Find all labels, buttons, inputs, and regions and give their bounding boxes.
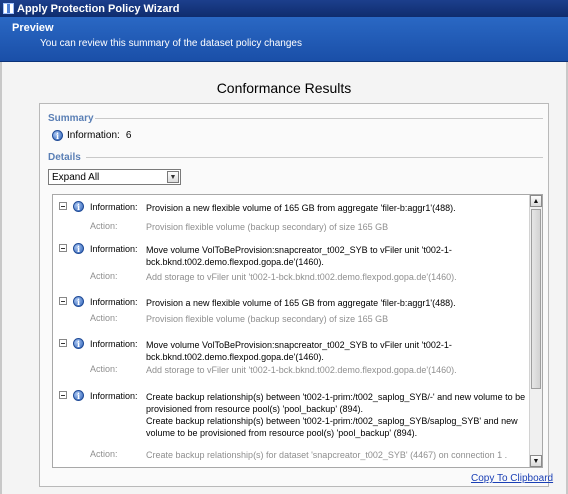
chevron-down-icon[interactable]: ▼ bbox=[167, 171, 179, 183]
entry-type: Information: bbox=[90, 391, 138, 401]
entry-message: Move volume VolToBeProvision:snapcreator… bbox=[146, 340, 452, 362]
collapse-minus-icon[interactable] bbox=[59, 297, 67, 305]
entry-action: Create backup relationship(s) for datase… bbox=[146, 450, 508, 460]
collapse-minus-icon[interactable] bbox=[59, 244, 67, 252]
details-divider bbox=[86, 157, 543, 158]
entry-action: Provision flexible volume (backup second… bbox=[146, 314, 389, 324]
collapse-minus-icon[interactable] bbox=[59, 339, 67, 347]
summary-info-count: 6 bbox=[125, 130, 132, 141]
arrow-up-icon[interactable]: ▲ bbox=[530, 195, 542, 207]
info-icon: i bbox=[73, 296, 84, 307]
preview-title: Preview bbox=[12, 22, 54, 34]
entry-message: Create backup relationship(s) between 't… bbox=[146, 392, 526, 438]
details-label: Details bbox=[48, 152, 81, 163]
entry-action-label: Action: bbox=[90, 221, 118, 231]
results-scrollbar[interactable]: ▲ ▼ bbox=[529, 195, 542, 467]
summary-info-row: i Information: 6 bbox=[52, 130, 131, 141]
expand-select-value: Expand All bbox=[52, 171, 100, 183]
results-list[interactable]: i Information: Provision a new flexible … bbox=[52, 194, 543, 468]
entry-message: Provision a new flexible volume of 165 G… bbox=[146, 203, 456, 213]
app-icon bbox=[3, 3, 14, 14]
summary-divider bbox=[95, 118, 543, 119]
entry-type: Information: bbox=[90, 202, 138, 212]
entry-action: Provision flexible volume (backup second… bbox=[146, 222, 389, 232]
entry-action: Add storage to vFiler unit 't002-1-bck.b… bbox=[146, 365, 457, 375]
page-heading: Conformance Results bbox=[216, 80, 352, 96]
scrollbar-thumb[interactable] bbox=[531, 209, 541, 389]
entry-type: Information: bbox=[90, 297, 138, 307]
arrow-down-icon[interactable]: ▼ bbox=[530, 455, 542, 467]
entry-type: Information: bbox=[90, 339, 138, 349]
window-titlebar: Apply Protection Policy Wizard bbox=[0, 0, 568, 17]
entry-message: Provision a new flexible volume of 165 G… bbox=[146, 298, 456, 308]
entry-message: Move volume VolToBeProvision:snapcreator… bbox=[146, 245, 452, 267]
copy-to-clipboard-link[interactable]: Copy To Clipboard bbox=[471, 473, 553, 484]
info-icon: i bbox=[52, 130, 63, 141]
info-icon: i bbox=[73, 201, 84, 212]
info-icon: i bbox=[73, 338, 84, 349]
window-title: Apply Protection Policy Wizard bbox=[17, 2, 180, 15]
entry-action-label: Action: bbox=[90, 364, 118, 374]
entry-type: Information: bbox=[90, 244, 138, 254]
summary-info-label: Information: bbox=[67, 130, 120, 141]
preview-subtitle: You can review this summary of the datas… bbox=[40, 38, 302, 49]
expand-select[interactable]: Expand All ▼ bbox=[48, 169, 181, 185]
summary-label: Summary bbox=[48, 113, 94, 124]
info-icon: i bbox=[73, 243, 84, 254]
info-icon: i bbox=[73, 390, 84, 401]
entry-action: Add storage to vFiler unit 't002-1-bck.b… bbox=[146, 272, 457, 282]
collapse-minus-icon[interactable] bbox=[59, 391, 67, 399]
entry-action-label: Action: bbox=[90, 449, 118, 459]
entry-action-label: Action: bbox=[90, 313, 118, 323]
collapse-minus-icon[interactable] bbox=[59, 202, 67, 210]
entry-action-label: Action: bbox=[90, 271, 118, 281]
preview-header: Preview You can review this summary of t… bbox=[0, 17, 568, 62]
